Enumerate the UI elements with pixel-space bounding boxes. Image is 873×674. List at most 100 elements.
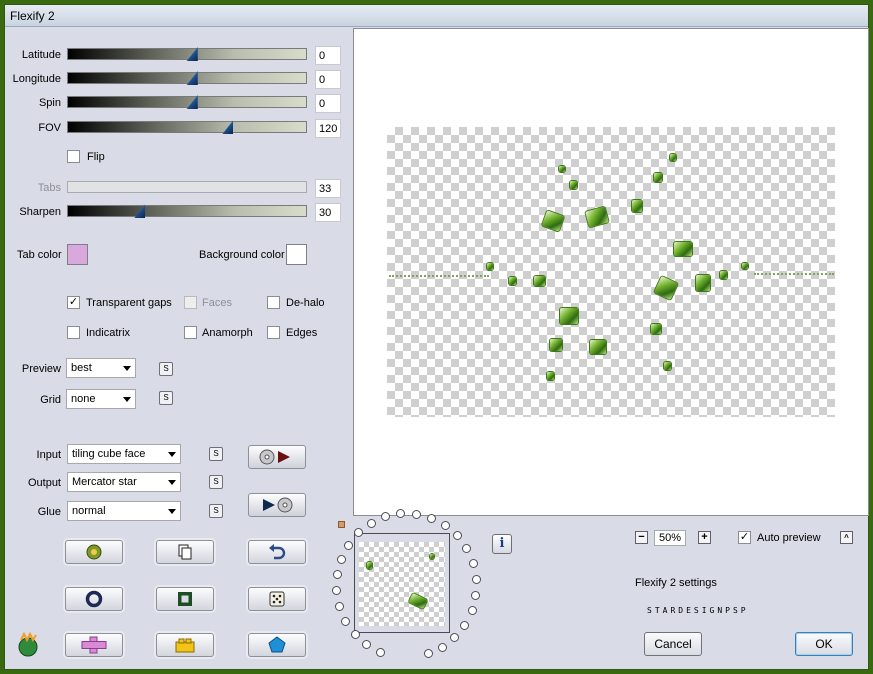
zoom-ring-dot[interactable]	[380, 512, 390, 522]
zoom-ring-dot[interactable]	[438, 642, 448, 652]
zoom-ring-dot[interactable]	[376, 647, 386, 657]
zoom-ring-dot[interactable]	[332, 570, 342, 580]
cross-button[interactable]	[65, 633, 123, 657]
fov-value[interactable]: 120	[315, 119, 341, 138]
transparent-gaps-checkbox[interactable]: ✓	[67, 296, 80, 309]
fov-thumb[interactable]	[222, 120, 234, 134]
zoom-in-button[interactable]: +	[698, 531, 711, 544]
sharpen-thumb[interactable]	[134, 204, 146, 218]
zoom-ring-dot[interactable]	[350, 629, 360, 639]
latitude-thumb[interactable]	[186, 47, 198, 61]
fov-label: FOV	[38, 122, 61, 134]
spin-thumb[interactable]	[186, 95, 198, 109]
ok-button[interactable]: OK	[795, 632, 853, 656]
gem-mark	[674, 242, 692, 256]
ring-icon	[85, 590, 103, 608]
copy-button[interactable]	[156, 540, 214, 564]
zoom-ring-dot[interactable]	[336, 554, 346, 564]
navigator-anchor[interactable]	[338, 521, 345, 528]
zoom-ring-dot[interactable]	[452, 531, 462, 541]
gem-trail	[389, 275, 489, 277]
spin-slider[interactable]	[67, 95, 307, 109]
zoom-ring-dot[interactable]	[396, 509, 406, 519]
expand-up-button[interactable]: ^	[840, 531, 853, 544]
zoom-ring-dot[interactable]	[341, 616, 351, 626]
pentagon-button[interactable]	[248, 633, 306, 657]
preview-sync-button[interactable]: S	[159, 362, 173, 376]
brick-icon	[175, 638, 195, 653]
tab-color-swatch[interactable]	[67, 244, 88, 265]
de-halo-checkbox[interactable]	[267, 296, 280, 309]
save-output-button[interactable]	[248, 493, 306, 517]
zoom-ring-dot[interactable]	[468, 558, 478, 568]
zoom-ring-dot[interactable]	[366, 518, 376, 528]
zoom-ring-dot[interactable]	[423, 649, 433, 659]
input-sync-button[interactable]: S	[209, 447, 223, 461]
chevron-down-icon	[168, 509, 176, 514]
random-preset-button[interactable]	[65, 540, 123, 564]
sharpen-slider[interactable]	[67, 204, 307, 218]
glue-select[interactable]: normal	[67, 501, 181, 521]
dice-button[interactable]	[248, 587, 306, 611]
zoom-ring-dot[interactable]	[471, 574, 481, 584]
frame-button[interactable]	[156, 587, 214, 611]
zoom-ring-dot[interactable]	[467, 606, 477, 616]
auto-preview-checkbox[interactable]: ✓	[738, 531, 751, 544]
spin-value[interactable]: 0	[315, 94, 341, 113]
cancel-button[interactable]: Cancel	[644, 632, 702, 656]
gem-trail	[754, 273, 834, 275]
brick-button[interactable]	[156, 633, 214, 657]
input-select[interactable]: tiling cube face	[67, 444, 181, 464]
grid-sync-button[interactable]: S	[159, 391, 173, 405]
tabs-value[interactable]: 33	[315, 179, 341, 198]
zoom-ring-dot[interactable]	[426, 513, 436, 523]
grid-select[interactable]: none	[66, 389, 136, 409]
faces-checkbox	[184, 296, 197, 309]
navigator-thumbnail[interactable]	[354, 533, 450, 633]
zoom-ring-dot[interactable]	[362, 640, 372, 650]
latitude-slider[interactable]	[67, 47, 307, 61]
latitude-value[interactable]: 0	[315, 46, 341, 65]
load-input-button[interactable]	[248, 445, 306, 469]
sharpen-value[interactable]: 30	[315, 203, 341, 222]
flip-checkbox[interactable]	[67, 150, 80, 163]
edges-label: Edges	[286, 327, 318, 339]
glue-sync-button[interactable]: S	[209, 504, 223, 518]
output-sync-button[interactable]: S	[209, 475, 223, 489]
preview-canvas[interactable]	[353, 28, 869, 516]
info-button[interactable]: i	[492, 534, 512, 554]
preview-select[interactable]: best	[66, 358, 136, 378]
chevron-down-icon	[168, 452, 176, 457]
output-select[interactable]: Mercator star	[67, 472, 181, 492]
zoom-out-button[interactable]: −	[635, 531, 648, 544]
zoom-ring-dot[interactable]	[460, 620, 470, 630]
ring-button[interactable]	[65, 587, 123, 611]
gem-mark	[547, 372, 554, 380]
longitude-value[interactable]: 0	[315, 70, 341, 89]
output-select-value: Mercator star	[72, 476, 137, 488]
gem-mark	[651, 324, 661, 334]
gem-mark	[696, 275, 710, 291]
zoom-ring-dot[interactable]	[450, 632, 460, 642]
auto-preview-label: Auto preview	[757, 532, 821, 544]
fov-slider[interactable]	[67, 120, 307, 134]
zoom-ring-dot[interactable]	[440, 521, 450, 531]
disc-to-play-icon	[259, 449, 290, 465]
background-color-swatch[interactable]	[286, 244, 307, 265]
zoom-level[interactable]: 50%	[654, 530, 686, 546]
longitude-slider[interactable]	[67, 71, 307, 85]
zoom-ring-dot[interactable]	[332, 586, 342, 596]
edges-checkbox[interactable]	[267, 326, 280, 339]
anamorph-checkbox[interactable]	[184, 326, 197, 339]
zoom-ring-dot[interactable]	[471, 590, 481, 600]
gem-mark	[559, 166, 565, 172]
undo-button[interactable]	[248, 540, 306, 564]
zoom-ring-dot[interactable]	[344, 540, 353, 550]
indicatrix-checkbox[interactable]	[67, 326, 80, 339]
zoom-ring-dot[interactable]	[411, 509, 421, 519]
zoom-ring-dot[interactable]	[335, 602, 345, 612]
tabs-slider	[67, 181, 307, 193]
zoom-ring-dot[interactable]	[462, 544, 472, 554]
background-color-label: Background color	[199, 249, 285, 261]
longitude-thumb[interactable]	[186, 71, 198, 85]
